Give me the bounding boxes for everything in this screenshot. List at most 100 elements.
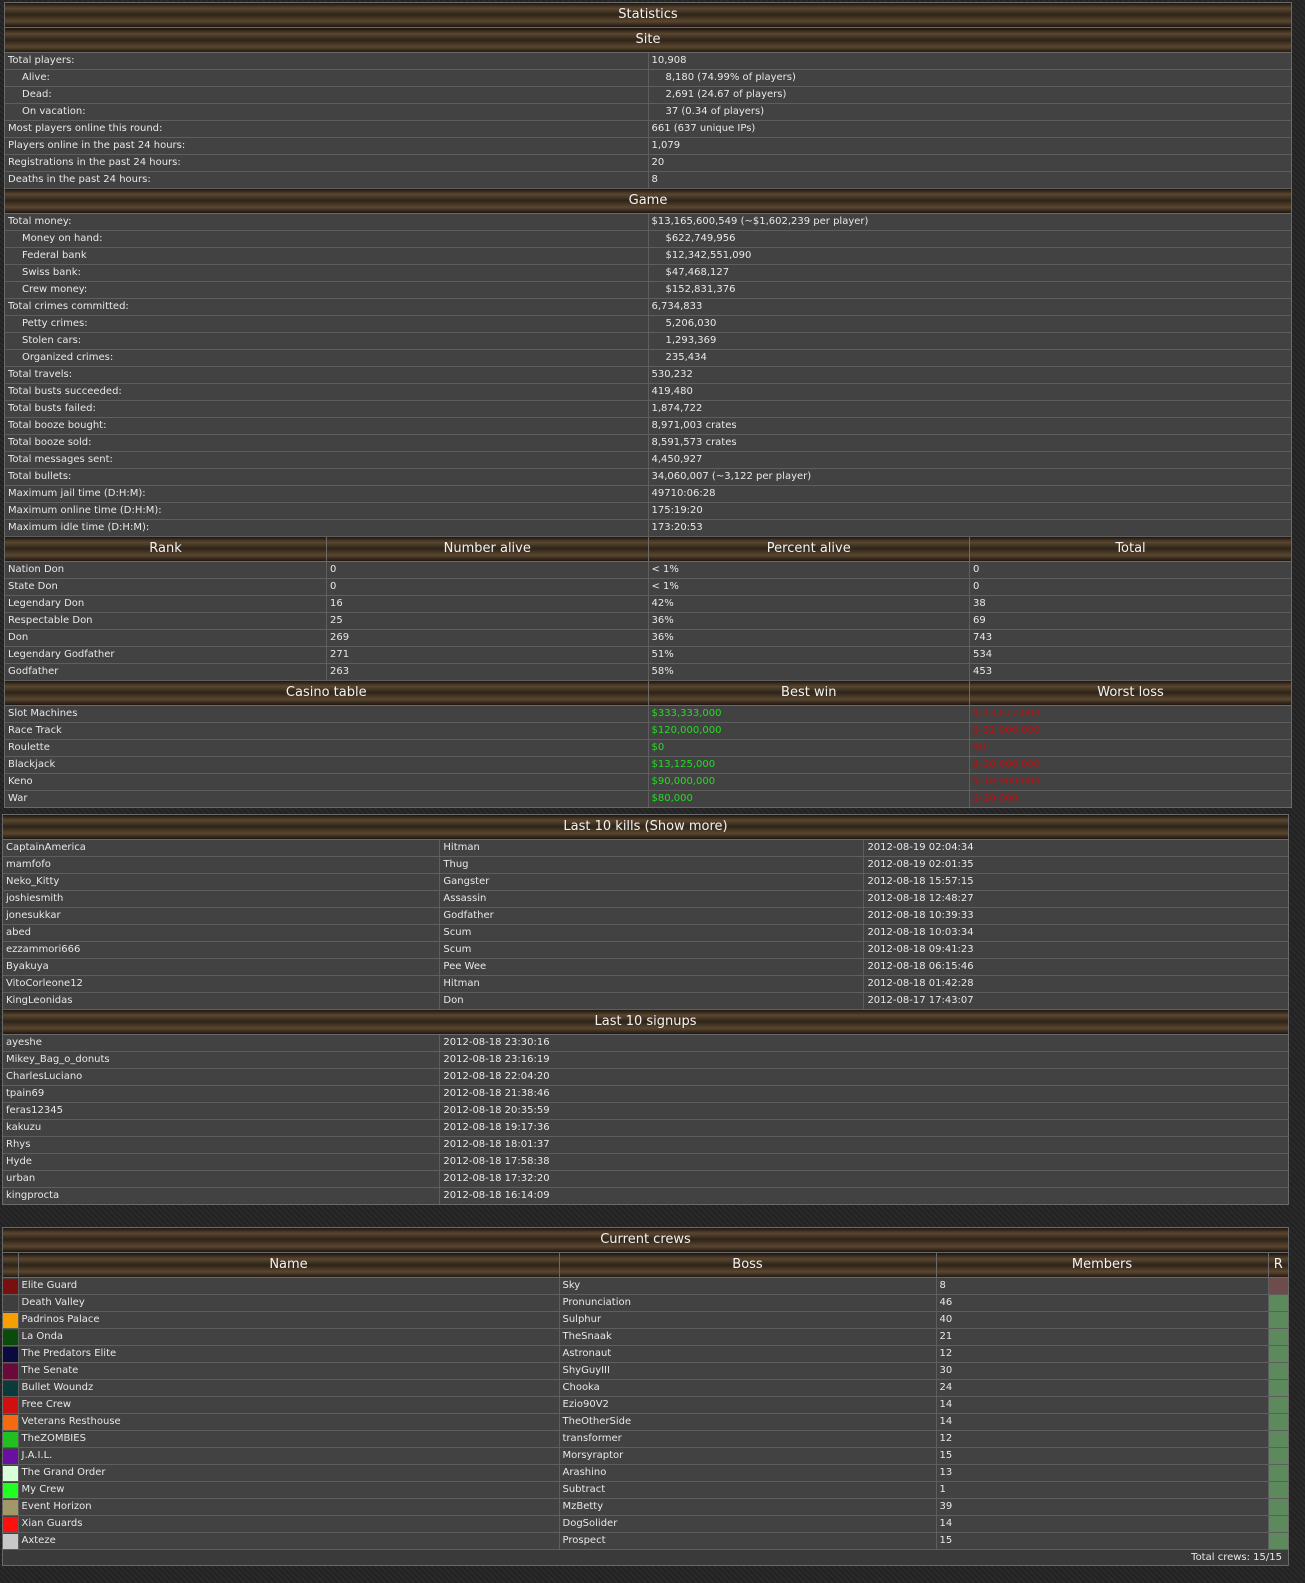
crew-name-link[interactable]: My Crew [18, 1481, 560, 1499]
crew-name-link[interactable]: Elite Guard [18, 1277, 560, 1295]
casino-worst-loss: $-32,000,000 [969, 722, 1291, 740]
signup-row: tpain69 2012-08-18 21:38:46 [3, 1085, 1288, 1103]
signup-player-link[interactable]: tpain69 [3, 1085, 441, 1103]
crew-row: The Senate ShyGuyIII 30 [3, 1362, 1288, 1380]
crew-name-link[interactable]: TheZOMBIES [18, 1430, 560, 1448]
crew-name-link[interactable]: The Senate [18, 1362, 560, 1380]
name-col-header[interactable]: Name [18, 1252, 560, 1278]
kill-player-link[interactable]: Neko_Kitty [3, 873, 441, 891]
crew-boss-link[interactable]: Sky [559, 1277, 937, 1295]
casino-game-name: War [5, 790, 649, 807]
stat-value: 34,060,007 (~3,122 per player) [648, 468, 1291, 486]
signup-time: 2012-08-18 18:01:37 [439, 1136, 1288, 1154]
crew-recruiting-indicator [1268, 1362, 1288, 1380]
casino-worst-loss: $0 [969, 739, 1291, 757]
crew-boss-link[interactable]: Prospect [559, 1532, 937, 1550]
casino-worst-loss: $-18,900,000 [969, 773, 1291, 791]
crew-recruiting-indicator [1268, 1430, 1288, 1448]
stat-label: On vacation: [5, 103, 649, 121]
signup-time: 2012-08-18 16:14:09 [439, 1187, 1288, 1204]
signup-player-link[interactable]: urban [3, 1170, 441, 1188]
rank-percent-alive: 58% [648, 663, 970, 681]
crew-name-link[interactable]: Bullet Woundz [18, 1379, 560, 1397]
crew-name-link[interactable]: Axteze [18, 1532, 560, 1550]
crew-boss-link[interactable]: Chooka [559, 1379, 937, 1397]
crew-color-swatch [3, 1413, 19, 1431]
crew-boss-link[interactable]: Pronunciation [559, 1294, 937, 1312]
crew-boss-link[interactable]: Subtract [559, 1481, 937, 1499]
crew-name-link[interactable]: Free Crew [18, 1396, 560, 1414]
worst-loss-col-header: Worst loss [969, 681, 1291, 706]
signup-player-link[interactable]: ayeshe [3, 1034, 441, 1052]
kill-player-link[interactable]: KingLeonidas [3, 992, 441, 1010]
kill-player-link[interactable]: joshiesmith [3, 890, 441, 908]
crews-panel: Current crews Name Boss Members R Elite … [2, 1227, 1289, 1566]
crew-name-link[interactable]: Padrinos Palace [18, 1311, 560, 1329]
crew-boss-link[interactable]: Ezio90V2 [559, 1396, 937, 1414]
crew-members: 13 [936, 1464, 1269, 1482]
kill-player-link[interactable]: abed [3, 924, 441, 942]
crew-color-swatch [3, 1515, 19, 1533]
casino-row: Slot Machines $333,333,000 $-13,877,000 [5, 705, 1291, 723]
signup-player-link[interactable]: CharlesLuciano [3, 1068, 441, 1086]
crew-recruiting-indicator [1268, 1413, 1288, 1431]
kill-rank: Gangster [439, 873, 865, 891]
crew-name-link[interactable]: The Predators Elite [18, 1345, 560, 1363]
crew-boss-link[interactable]: transformer [559, 1430, 937, 1448]
crew-boss-link[interactable]: Morsyraptor [559, 1447, 937, 1465]
crew-boss-link[interactable]: DogSolider [559, 1515, 937, 1533]
crew-name-link[interactable]: Event Horizon [18, 1498, 560, 1516]
signup-player-link[interactable]: feras12345 [3, 1102, 441, 1120]
kill-player-link[interactable]: VitoCorleone12 [3, 975, 441, 993]
signup-player-link[interactable]: Hyde [3, 1153, 441, 1171]
crew-boss-link[interactable]: Astronaut [559, 1345, 937, 1363]
stat-value: 1,293,369 [648, 332, 1291, 350]
best-win-col-header: Best win [648, 681, 970, 706]
crew-boss-link[interactable]: TheOtherSide [559, 1413, 937, 1431]
crew-name-link[interactable]: La Onda [18, 1328, 560, 1346]
crew-boss-link[interactable]: MzBetty [559, 1498, 937, 1516]
rank-percent-alive: 36% [648, 629, 970, 647]
crew-name-link[interactable]: Veterans Resthouse [18, 1413, 560, 1431]
kill-player-link[interactable]: jonesukkar [3, 907, 441, 925]
kill-player-link[interactable]: CaptainAmerica [3, 839, 441, 857]
rank-percent-alive: 51% [648, 646, 970, 664]
stat-value: 8,591,573 crates [648, 434, 1291, 452]
stat-value: 419,480 [648, 383, 1291, 401]
crew-members: 12 [936, 1345, 1269, 1363]
boss-col-header[interactable]: Boss [559, 1252, 937, 1278]
crew-boss-link[interactable]: ShyGuyIII [559, 1362, 937, 1380]
signup-player-link[interactable]: kingprocta [3, 1187, 441, 1204]
crew-name-link[interactable]: Death Valley [18, 1294, 560, 1312]
r-col-header[interactable]: R [1268, 1252, 1288, 1278]
crews-header: Current crews [3, 1228, 1288, 1253]
kill-time: 2012-08-18 09:41:23 [863, 941, 1288, 959]
site-stat-row: Alive: 8,180 (74.99% of players) [5, 69, 1291, 87]
crew-color-swatch [3, 1481, 19, 1499]
crew-members: 15 [936, 1532, 1269, 1550]
game-body: Game Total money: $13,165,600,549 (~$1,60… [5, 189, 1291, 537]
signup-row: Mikey_Bag_o_donuts 2012-08-18 23:16:19 [3, 1051, 1288, 1069]
kill-player-link[interactable]: ezzammori666 [3, 941, 441, 959]
signup-player-link[interactable]: Mikey_Bag_o_donuts [3, 1051, 441, 1069]
rank-number-alive: 25 [326, 612, 649, 630]
kills-header-link[interactable]: Last 10 kills (Show more) [3, 815, 1288, 840]
kill-row: Neko_Kitty Gangster 2012-08-18 15:57:15 [3, 873, 1288, 891]
stat-label: Most players online this round: [5, 120, 649, 138]
members-col-header[interactable]: Members [936, 1252, 1269, 1278]
kill-player-link[interactable]: mamfofo [3, 856, 441, 874]
signup-player-link[interactable]: Rhys [3, 1136, 441, 1154]
kill-rank: Hitman [439, 839, 865, 857]
crew-name-link[interactable]: J.A.I.L. [18, 1447, 560, 1465]
crew-boss-link[interactable]: Sulphur [559, 1311, 937, 1329]
kill-player-link[interactable]: Byakuya [3, 958, 441, 976]
stat-label: Crew money: [5, 281, 649, 299]
stat-value: $622,749,956 [648, 230, 1291, 248]
signup-player-link[interactable]: kakuzu [3, 1119, 441, 1137]
crew-color-swatch [3, 1396, 19, 1414]
crew-boss-link[interactable]: Arashino [559, 1464, 937, 1482]
crew-name-link[interactable]: The Grand Order [18, 1464, 560, 1482]
crew-boss-link[interactable]: TheSnaak [559, 1328, 937, 1346]
crew-name-link[interactable]: Xian Guards [18, 1515, 560, 1533]
rank-number-alive: 0 [326, 578, 649, 596]
